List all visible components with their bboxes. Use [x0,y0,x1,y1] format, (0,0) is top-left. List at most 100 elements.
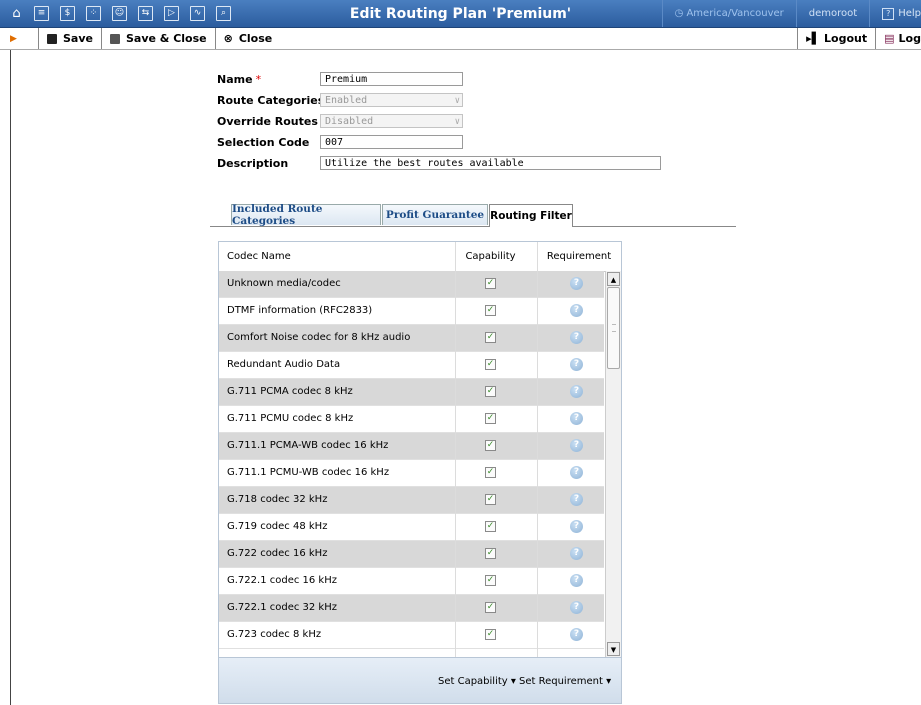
table-row[interactable]: G.711 PCMU codec 8 kHz ✓? [219,406,604,433]
codec-name-header[interactable]: Codec Name [227,242,291,271]
chart-icon[interactable]: ∿ [190,6,205,21]
grid-scrollbar[interactable]: ▲ ▼ [605,271,621,657]
table-row[interactable]: G.722 codec 16 kHz ✓? [219,541,604,568]
table-row[interactable]: G.711.1 PCMU-WB codec 16 kHz ✓? [219,460,604,487]
help-link[interactable]: ? Help [869,0,921,27]
capability-checkbox[interactable]: ✓ [485,278,496,289]
requirement-question-icon[interactable]: ? [570,412,583,425]
requirement-question-icon[interactable]: ? [570,628,583,641]
capability-checkbox[interactable]: ✓ [485,575,496,586]
person-icon[interactable]: ☺ [112,6,127,21]
log-icon: ▤ [884,32,895,45]
table-row[interactable]: G.711 PCMA codec 8 kHz ✓? [219,379,604,406]
capability-checkbox[interactable]: ✓ [485,548,496,559]
log-label: Log [898,32,921,45]
user-link[interactable]: demoroot [795,0,869,27]
codec-name: G.718 codec 32 kHz [227,494,328,505]
table-row[interactable]: G.722.1 codec 16 kHz ✓? [219,568,604,595]
codec-name: G.722.1 codec 16 kHz [227,575,337,586]
capability-checkbox[interactable]: ✓ [485,332,496,343]
log-button[interactable]: ▤ Log [875,28,921,49]
requirement-question-icon[interactable]: ? [570,304,583,317]
dollar-icon[interactable]: $ [60,6,75,21]
override-routes-select[interactable]: Disabled ∨ [320,114,463,128]
requirement-question-icon[interactable]: ? [570,574,583,587]
capability-checkbox[interactable]: ✓ [485,521,496,532]
routing-icon[interactable]: ⇆ [138,6,153,21]
tab-included-route-categories[interactable]: Included Route Categories [231,203,381,227]
table-row[interactable]: G.722.1 codec 32 kHz ✓? [219,595,604,622]
set-requirement-button[interactable]: Set Requirement ▾ [519,676,611,687]
requirement-question-icon[interactable]: ? [570,331,583,344]
requirement-question-icon[interactable]: ? [570,601,583,614]
table-row[interactable]: Redundant Audio Data ✓? [219,352,604,379]
chevron-down-icon: ∨ [454,96,460,106]
capability-checkbox[interactable]: ✓ [485,467,496,478]
table-row[interactable]: G.718 codec 32 kHz ✓? [219,487,604,514]
requirement-question-icon[interactable]: ? [570,385,583,398]
scroll-down-icon[interactable]: ▼ [607,642,620,656]
help-icon: ? [882,7,895,20]
capability-checkbox[interactable]: ✓ [485,629,496,640]
top-bar: ⌂ ≡ $ ⁘ ☺ ⇆ ▷ ∿ ⌕ Edit Routing Plan 'Pre… [0,0,921,28]
route-categories-select[interactable]: Enabled ∨ [320,93,463,107]
description-label: Description [217,156,289,170]
tab-profit-guarantee[interactable]: Profit Guarantee [382,204,488,225]
tab-routing-filter[interactable]: Routing Filter [489,204,573,227]
logout-label: Logout [824,32,868,45]
set-capability-button[interactable]: Set Capability ▾ [438,676,516,687]
codec-name: G.722 codec 16 kHz [227,548,328,559]
logout-button[interactable]: ▸▌ Logout [797,28,875,49]
list-icon[interactable]: ≡ [34,6,49,21]
requirement-question-icon[interactable]: ? [570,547,583,560]
codec-name: G.723 codec 8 kHz [227,629,322,640]
save-close-label: Save & Close [125,32,207,45]
timezone-link[interactable]: ◷ America/Vancouver [661,0,796,27]
requirement-question-icon[interactable]: ? [570,358,583,371]
logout-icon: ▸▌ [806,32,821,45]
save-label: Save [63,32,93,45]
capability-checkbox[interactable]: ✓ [485,413,496,424]
capability-checkbox[interactable]: ✓ [485,305,496,316]
capability-checkbox[interactable]: ✓ [485,386,496,397]
capability-checkbox[interactable]: ✓ [485,440,496,451]
table-row[interactable]: G.723 codec 8 kHz ✓? [219,622,604,649]
codec-name: Unknown media/codec [227,278,341,289]
scroll-thumb[interactable] [607,287,620,369]
export-icon[interactable]: ▷ [164,6,179,21]
network-icon[interactable]: ⁘ [86,6,101,21]
requirement-question-icon[interactable]: ? [570,493,583,506]
capability-header[interactable]: Capability [455,242,526,271]
floppy-close-icon [109,33,120,44]
save-close-button[interactable]: Save & Close [100,28,215,49]
column-divider [537,242,538,657]
selection-code-field[interactable]: 007 [320,135,463,149]
selection-code-label: Selection Code [217,135,310,149]
help-label: Help [898,8,921,19]
codec-name: G.719 codec 48 kHz [227,521,328,532]
override-routes-label: Override Routes* [217,114,326,128]
home-icon[interactable]: ⌂ [10,7,23,20]
requirement-question-icon[interactable]: ? [570,466,583,479]
scroll-up-icon[interactable]: ▲ [607,272,620,286]
save-button[interactable]: Save [38,28,101,49]
requirement-header[interactable]: Requirement [537,242,621,271]
table-row[interactable]: Unknown media/codec ✓? [219,271,604,298]
capability-checkbox[interactable]: ✓ [485,359,496,370]
description-field[interactable]: Utilize the best routes available [320,156,661,170]
requirement-question-icon[interactable]: ? [570,439,583,452]
table-row[interactable]: Comfort Noise codec for 8 kHz audio ✓? [219,325,604,352]
left-border [10,50,11,705]
capability-checkbox[interactable]: ✓ [485,494,496,505]
close-button[interactable]: ⊗ Close [214,28,281,49]
name-field[interactable]: Premium [320,72,463,86]
codec-name: G.711 PCMU codec 8 kHz [227,413,354,424]
search-icon[interactable]: ⌕ [216,6,231,21]
requirement-question-icon[interactable]: ? [570,277,583,290]
codec-name: G.711 PCMA codec 8 kHz [227,386,353,397]
table-row[interactable]: G.719 codec 48 kHz ✓? [219,514,604,541]
table-row[interactable]: DTMF information (RFC2833) ✓? [219,298,604,325]
capability-checkbox[interactable]: ✓ [485,602,496,613]
requirement-question-icon[interactable]: ? [570,520,583,533]
table-row[interactable]: G.711.1 PCMA-WB codec 16 kHz ✓? [219,433,604,460]
